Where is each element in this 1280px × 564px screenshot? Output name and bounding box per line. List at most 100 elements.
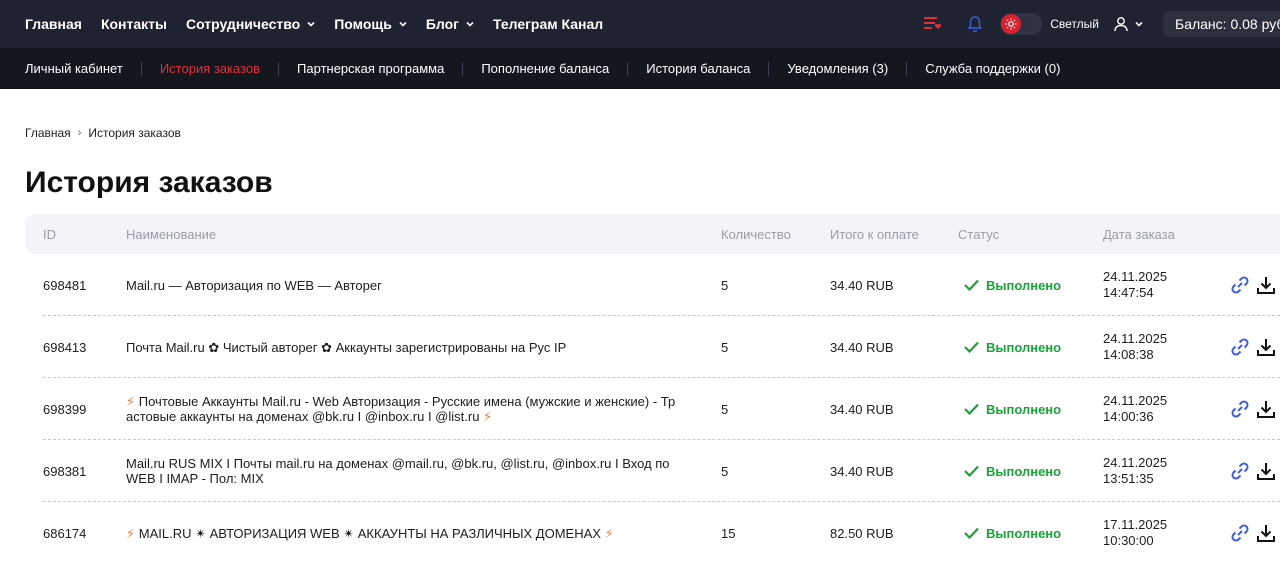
link-icon[interactable] <box>1228 397 1252 421</box>
status-badge: Выполнено <box>964 316 1061 378</box>
nav-help-label: Помощь <box>334 16 392 32</box>
order-date-time: 14:47:54 <box>1103 285 1154 300</box>
divider <box>768 61 770 76</box>
order-name-text: Mail.ru RUS MIX I Почты mail.ru на домен… <box>126 456 670 486</box>
bell-icon[interactable] <box>963 12 987 36</box>
link-icon[interactable] <box>1228 335 1252 359</box>
column-header-date: Дата заказа <box>1103 227 1175 242</box>
nav-telegram-label: Телеграм Канал <box>492 16 604 32</box>
order-date-day: 24.11.2025 <box>1103 455 1168 470</box>
subnav-partner-program[interactable]: Партнерская программа <box>297 61 444 76</box>
row-actions <box>1228 502 1280 564</box>
nav-telegram-channel[interactable]: Телеграм Канал <box>493 16 603 32</box>
row-actions <box>1228 378 1280 440</box>
order-name: Mail.ru — Авторизация по WEB — Авторег <box>126 254 694 316</box>
subnav-top-up-balance[interactable]: Пополнение баланса <box>481 61 609 76</box>
theme-toggle[interactable] <box>1000 13 1043 35</box>
chevron-down-icon <box>399 21 407 27</box>
order-total: 34.40 RUB <box>830 401 894 417</box>
subnav-support[interactable]: Служба поддержки (0) <box>925 61 1060 76</box>
order-name-text: Почтовые Аккаунты Mail.ru - Web Авториза… <box>126 394 676 424</box>
row-actions <box>1228 316 1280 378</box>
table-row: 698399 ⚡ Почтовые Аккаунты Mail.ru - Web… <box>43 378 1280 440</box>
sun-icon <box>1001 14 1022 34</box>
subnav-order-history[interactable]: История заказов <box>160 61 260 76</box>
order-date-time: 14:08:38 <box>1103 347 1154 362</box>
subnav-notifications[interactable]: Уведомления (3) <box>787 61 888 76</box>
divider <box>278 61 280 76</box>
breadcrumb: Главная › История заказов <box>25 126 181 140</box>
nav-contacts[interactable]: Контакты <box>101 16 167 32</box>
order-date: 24.11.2025 14:47:54 <box>1103 254 1167 316</box>
chevron-down-icon <box>307 21 315 27</box>
column-header-quantity: Количество <box>721 227 791 242</box>
status-badge: Выполнено <box>964 502 1061 564</box>
order-name-text: Mail.ru — Авторизация по WEB — Авторег <box>126 277 382 293</box>
balance-button[interactable]: Баланс: 0.08 руб. <box>1163 11 1280 37</box>
nav-help[interactable]: Помощь <box>334 16 407 32</box>
theme-label: Светлый <box>1050 17 1099 31</box>
divider <box>462 61 464 76</box>
divider <box>627 61 629 76</box>
status-text: Выполнено <box>986 339 1062 355</box>
order-date-day: 24.11.2025 <box>1103 331 1168 346</box>
order-id: 698481 <box>43 277 87 293</box>
status-badge: Выполнено <box>964 254 1061 316</box>
table-row: 698413 Почта Mail.ru ✿ Чистый авторег ✿ … <box>43 316 1280 378</box>
link-icon[interactable] <box>1228 273 1252 297</box>
order-date: 24.11.2025 14:08:38 <box>1103 316 1167 378</box>
order-date-day: 24.11.2025 <box>1103 393 1168 408</box>
row-actions <box>1228 440 1280 502</box>
nav-cooperation[interactable]: Сотрудничество <box>186 16 315 32</box>
status-text: Выполнено <box>986 401 1062 417</box>
user-icon <box>1114 17 1128 32</box>
order-name-text: Почта Mail.ru ✿ Чистый авторег ✿ Аккаунт… <box>126 339 567 355</box>
link-icon[interactable] <box>1228 459 1252 483</box>
order-total: 82.50 RUB <box>830 525 894 541</box>
nav-blog-label: Блог <box>425 16 459 32</box>
check-icon <box>964 403 979 415</box>
nav-home-label: Главная <box>25 16 82 32</box>
status-badge: Выполнено <box>964 440 1061 502</box>
order-quantity: 5 <box>721 277 729 293</box>
order-total: 34.40 RUB <box>830 339 894 355</box>
column-header-total: Итого к оплате <box>830 227 919 242</box>
breadcrumb-home[interactable]: Главная <box>25 126 71 140</box>
download-icon[interactable] <box>1254 397 1278 421</box>
order-total: 34.40 RUB <box>830 277 894 293</box>
download-icon[interactable] <box>1254 273 1278 297</box>
order-date: 17.11.2025 10:30:00 <box>1103 502 1167 564</box>
table-row: 686174 ⚡ MAIL.RU ✴ АВТОРИЗАЦИЯ WEB ✴ АКК… <box>43 502 1280 564</box>
lightning-icon: ⚡ <box>604 525 614 541</box>
table-row: 698381 Mail.ru RUS MIX I Почты mail.ru н… <box>43 440 1280 502</box>
lightning-icon: ⚡ <box>126 525 136 541</box>
nav-cooperation-label: Сотрудничество <box>185 16 301 32</box>
top-navigation-bar: Главная Контакты Сотрудничество Помощь Б… <box>0 0 1280 48</box>
download-icon[interactable] <box>1254 521 1278 545</box>
order-name: Почта Mail.ru ✿ Чистый авторег ✿ Аккаунт… <box>126 316 694 378</box>
table-header: ID Наименование Количество Итого к оплат… <box>25 214 1280 254</box>
favorites-list-icon[interactable] <box>921 12 945 36</box>
nav-home[interactable]: Главная <box>25 16 82 32</box>
download-icon[interactable] <box>1254 459 1278 483</box>
top-right-controls: Светлый Баланс: 0.08 руб. <box>921 0 1280 48</box>
status-badge: Выполнено <box>964 378 1061 440</box>
chevron-down-icon <box>1135 21 1143 27</box>
order-name-text: MAIL.RU ✴ АВТОРИЗАЦИЯ WEB ✴ АККАУНТЫ НА … <box>135 525 605 541</box>
divider <box>140 61 142 76</box>
divider <box>906 61 908 76</box>
status-text: Выполнено <box>986 277 1062 293</box>
balance-label: Баланс: 0.08 руб. <box>1175 16 1280 32</box>
order-date-time: 10:30:00 <box>1103 533 1154 548</box>
account-submenu: Личный кабинет История заказов Партнерск… <box>0 48 1280 89</box>
subnav-dashboard[interactable]: Личный кабинет <box>25 61 123 76</box>
download-icon[interactable] <box>1254 335 1278 359</box>
link-icon[interactable] <box>1228 521 1252 545</box>
lightning-icon: ⚡ <box>126 394 136 409</box>
subnav-balance-history[interactable]: История баланса <box>646 61 750 76</box>
table-row: 698481 Mail.ru — Авторизация по WEB — Ав… <box>43 254 1280 316</box>
order-date-day: 17.11.2025 <box>1103 517 1168 532</box>
user-menu-button[interactable] <box>1113 16 1143 32</box>
nav-blog[interactable]: Блог <box>426 16 474 32</box>
order-name: ⚡ Почтовые Аккаунты Mail.ru - Web Автори… <box>126 378 694 440</box>
